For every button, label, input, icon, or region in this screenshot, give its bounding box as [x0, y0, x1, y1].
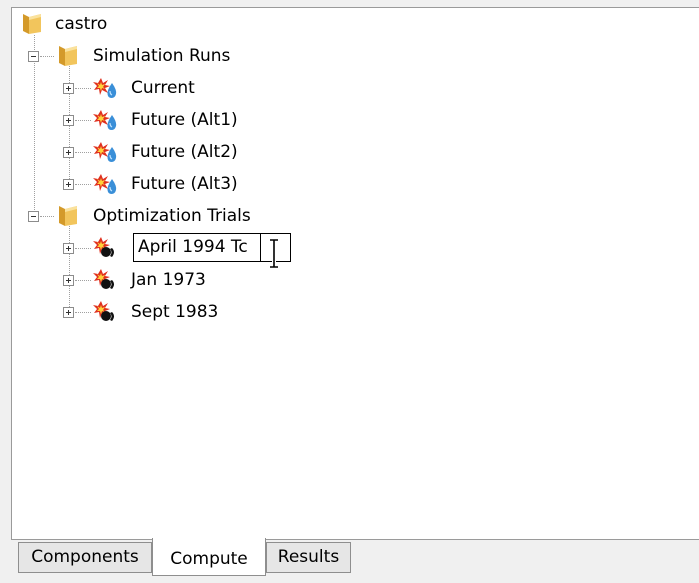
expand-toggle[interactable]: [63, 147, 74, 158]
collapse-toggle[interactable]: [28, 51, 39, 62]
optimization-trial-icon: [92, 300, 118, 322]
expand-toggle[interactable]: [63, 115, 74, 126]
tree-connector-root-h1: [40, 56, 54, 57]
tree-connector-sim-h: [75, 120, 91, 121]
tree-connector-sim-h: [75, 184, 91, 185]
tree-node-label: castro: [55, 14, 108, 34]
folder-icon: [56, 44, 80, 68]
tree-node-label: Current: [131, 78, 195, 98]
rename-input-divider: [260, 234, 261, 261]
expand-toggle[interactable]: [63, 243, 74, 254]
tab-compute[interactable]: Compute: [152, 538, 266, 576]
expand-toggle[interactable]: [63, 83, 74, 94]
tree-connector-sim-h: [75, 88, 91, 89]
tab-results[interactable]: Results: [266, 542, 351, 573]
tree-node-label: Future (Alt2): [131, 142, 238, 162]
tree-node-label: Optimization Trials: [93, 206, 251, 226]
tree-connector-sim-h: [75, 152, 91, 153]
folder-icon: [56, 204, 80, 228]
optimization-trial-icon: [92, 268, 118, 290]
expand-toggle[interactable]: [63, 179, 74, 190]
tree-node-label: Jan 1973: [131, 270, 206, 290]
simulation-run-icon: [93, 173, 119, 195]
simulation-run-icon: [93, 77, 119, 99]
expand-toggle[interactable]: [63, 307, 74, 318]
tab-strip: Components Compute Results: [0, 538, 699, 583]
collapse-toggle[interactable]: [28, 211, 39, 222]
optimization-trial-icon: [92, 236, 118, 258]
simulation-run-icon: [93, 141, 119, 163]
expand-toggle[interactable]: [63, 275, 74, 286]
tree-connector-opt-h: [75, 248, 91, 249]
tree-node-label: Future (Alt3): [131, 174, 238, 194]
tab-components[interactable]: Components: [18, 542, 152, 573]
simulation-run-icon: [93, 109, 119, 131]
tree-connector-opt-h: [75, 280, 91, 281]
tree-connector-root-h2: [40, 216, 54, 217]
tree-connector-opt: [69, 226, 70, 313]
tree-connector-opt-h: [75, 312, 91, 313]
tree-node-label: Simulation Runs: [93, 46, 231, 66]
rename-input-text: April 1994 Tc: [138, 237, 248, 257]
tree-node-label: Future (Alt1): [131, 110, 238, 130]
folder-icon: [20, 12, 44, 36]
text-cursor-icon: [270, 238, 278, 269]
tree-node-label: Sept 1983: [131, 302, 219, 322]
